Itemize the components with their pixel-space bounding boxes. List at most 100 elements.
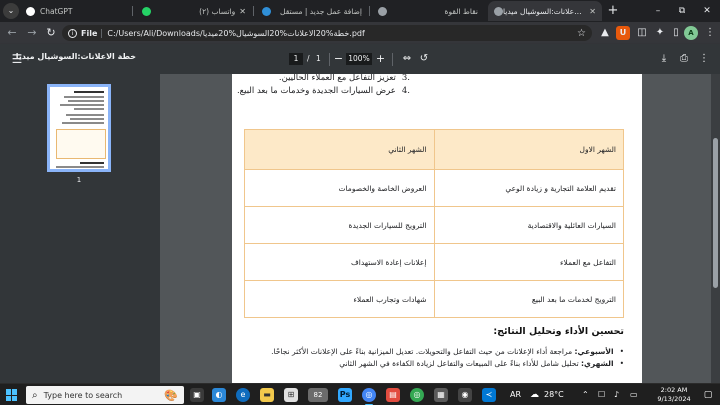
more-actions-icon[interactable]: ⋮ <box>697 52 711 66</box>
table-header-row: الشهر الاول الشهر الثاني <box>244 129 624 170</box>
table-cell: السيارات العائلية والاقتصادية <box>433 206 624 244</box>
info-icon[interactable]: i <box>68 28 77 38</box>
extensions-puzzle-icon[interactable]: ✦ <box>653 26 667 40</box>
table-cell: الترويج لخدمات ما بعد البيع <box>433 280 624 318</box>
language-indicator[interactable]: AR <box>510 388 521 402</box>
tab-strip: ⌄ ChatGPT (٢) واتساب ✕ إضافة عمل جديد | … <box>0 0 720 22</box>
app-icon[interactable]: ▦ <box>434 388 448 402</box>
table-cell: العروض الخاصة والخصومات <box>244 169 435 207</box>
tab-search-button[interactable]: ⌄ <box>3 3 19 19</box>
table-row: التفاعل مع العملاء إعلانات إعادة الاستهد… <box>244 243 624 281</box>
weather-icon[interactable]: ☁ <box>530 388 539 402</box>
section-heading: تحسين الأداء وتحليل النتائج: <box>493 326 624 337</box>
side-panel-icon[interactable]: ▯ <box>669 26 683 40</box>
close-window-button[interactable]: ✕ <box>697 2 717 20</box>
task-view-icon[interactable]: ▣ <box>190 388 204 402</box>
network-icon[interactable]: ☐ <box>598 388 605 402</box>
photoshop-icon[interactable]: Ps <box>338 388 352 402</box>
tab-strengths[interactable]: نقاط القوة <box>372 1 484 21</box>
mail-icon[interactable]: 82 <box>308 388 328 402</box>
table-cell: تقديم العلامة التجارية و زيادة الوعي <box>433 169 624 207</box>
thumb-line <box>56 166 104 168</box>
chrome-profile-icon[interactable]: ◎ <box>410 388 424 402</box>
file-explorer-icon[interactable]: ▬ <box>260 388 274 402</box>
bookmark-star-icon[interactable]: ☆ <box>577 28 586 39</box>
extension-icon[interactable]: ◫ <box>635 26 649 40</box>
tab-divider <box>369 6 370 16</box>
page-thumbnail[interactable] <box>47 84 111 172</box>
tab-title: خطة الاعلانات:السوشيال ميديا <box>503 6 585 16</box>
notifications-icon[interactable]: ▢ <box>702 389 714 401</box>
tab-divider <box>253 6 254 16</box>
back-button[interactable]: ← <box>4 25 20 41</box>
address-input[interactable]: i File C:/Users/Ali/Downloads/خطة%20الاع… <box>62 25 592 41</box>
page-number-input[interactable]: 1 <box>289 53 303 65</box>
zoom-in-button[interactable]: + <box>374 52 387 66</box>
tab-title: (٢) واتساب <box>199 6 236 16</box>
tab-whatsapp[interactable]: (٢) واتساب ✕ <box>136 1 252 21</box>
rotate-icon[interactable]: ↺ <box>417 52 431 66</box>
app-icon[interactable]: ◉ <box>458 388 472 402</box>
minimize-button[interactable]: – <box>648 2 668 20</box>
thumb-table <box>56 129 106 159</box>
table-row: تقديم العلامة التجارية و زيادة الوعي الع… <box>244 169 624 207</box>
store-icon[interactable]: ⊞ <box>284 388 298 402</box>
widgets-icon[interactable]: ◐ <box>212 388 226 402</box>
thumb-line <box>66 114 104 116</box>
chatgpt-icon <box>26 6 35 16</box>
reload-button[interactable]: ↻ <box>43 25 59 41</box>
table-cell: الترويج للسيارات الجديدة <box>244 206 435 244</box>
profile-avatar[interactable]: A <box>684 26 698 40</box>
pdf-page: .3 تعزيز التفاعل مع العملاء الحاليين. .4 ع… <box>232 74 642 383</box>
thumb-line <box>62 122 104 124</box>
clock[interactable]: 2:02 AM 9/13/2024 <box>652 386 696 404</box>
maximize-button[interactable]: ⧉ <box>672 2 692 20</box>
table-header: الشهر الاول <box>433 129 624 170</box>
list-item: .4 عرض السيارات الجديدة وخدمات ما بعد الب… <box>237 85 410 98</box>
drive-icon[interactable]: ▲ <box>598 26 612 40</box>
print-icon[interactable]: ⎙ <box>677 52 691 66</box>
list-text: تعزيز التفاعل مع العملاء الحاليين. <box>278 74 396 83</box>
bullet-label: الأسبوعي: <box>574 347 614 356</box>
tab-mostaql[interactable]: إضافة عمل جديد | مستقل <box>256 1 368 21</box>
notification-badge: 82 <box>313 391 323 399</box>
taskbar-search-input[interactable]: ⌕ Type here to search 🎨 <box>26 386 184 404</box>
windows-start-icon[interactable] <box>6 389 18 401</box>
campaign-table: الشهر الاول الشهر الثاني تقديم العلامة ا… <box>244 129 624 318</box>
temperature-text[interactable]: 28°C <box>544 388 564 402</box>
zoom-out-button[interactable]: − <box>332 52 345 66</box>
omnibox-divider <box>101 28 103 38</box>
close-icon[interactable]: ✕ <box>589 7 596 16</box>
forward-button[interactable]: → <box>24 25 40 41</box>
list-text: عرض السيارات الجديدة وخدمات ما بعد البيع… <box>236 86 396 96</box>
table-cell: شهادات وتجارب العملاء <box>244 280 435 318</box>
scrollbar-thumb[interactable] <box>713 138 718 288</box>
table-cell: التفاعل مع العملاء <box>433 243 624 281</box>
list-item: الأسبوعي: مراجعة أداء الإعلانات من حيث ا… <box>271 346 624 358</box>
list-number: .4 <box>401 86 410 96</box>
vertical-scrollbar[interactable] <box>711 74 720 383</box>
close-icon[interactable]: ✕ <box>239 7 246 16</box>
goals-list: .3 تعزيز التفاعل مع العملاء الحاليين. .4 ع… <box>237 74 410 98</box>
kebab-menu-icon[interactable]: ⋮ <box>703 26 717 40</box>
zoom-level-input[interactable]: 100% <box>346 53 372 65</box>
chrome-icon[interactable]: ◎ <box>362 388 376 405</box>
edge-icon[interactable]: e <box>236 388 250 402</box>
app-icon[interactable]: ▤ <box>386 388 400 402</box>
bullet-label: الشهري: <box>581 359 614 368</box>
table-row: الترويج لخدمات ما بعد البيع شهادات وتجار… <box>244 280 624 318</box>
thumb-line <box>70 118 104 120</box>
vscode-icon[interactable]: ≺ <box>482 388 496 402</box>
tab-ads-plan[interactable]: خطة الاعلانات:السوشيال ميديا ✕ <box>488 1 602 21</box>
volume-icon[interactable]: ♪ <box>614 388 619 402</box>
toolbar-divider <box>392 53 393 66</box>
new-tab-button[interactable]: + <box>605 3 621 19</box>
fit-page-icon[interactable]: ⇔ <box>400 52 414 66</box>
download-icon[interactable]: ⤓ <box>657 52 671 66</box>
tab-chatgpt[interactable]: ChatGPT <box>20 1 132 21</box>
show-hidden-icons-icon[interactable]: ⌃ <box>582 388 589 402</box>
battery-icon[interactable]: ▭ <box>630 388 638 402</box>
bullet-text: مراجعة أداء الإعلانات من حيث التفاعل وال… <box>271 347 575 356</box>
pdf-title: خطة الاعلانات:السوشيال ميديا <box>15 52 136 61</box>
ublock-icon[interactable]: U <box>616 26 630 40</box>
